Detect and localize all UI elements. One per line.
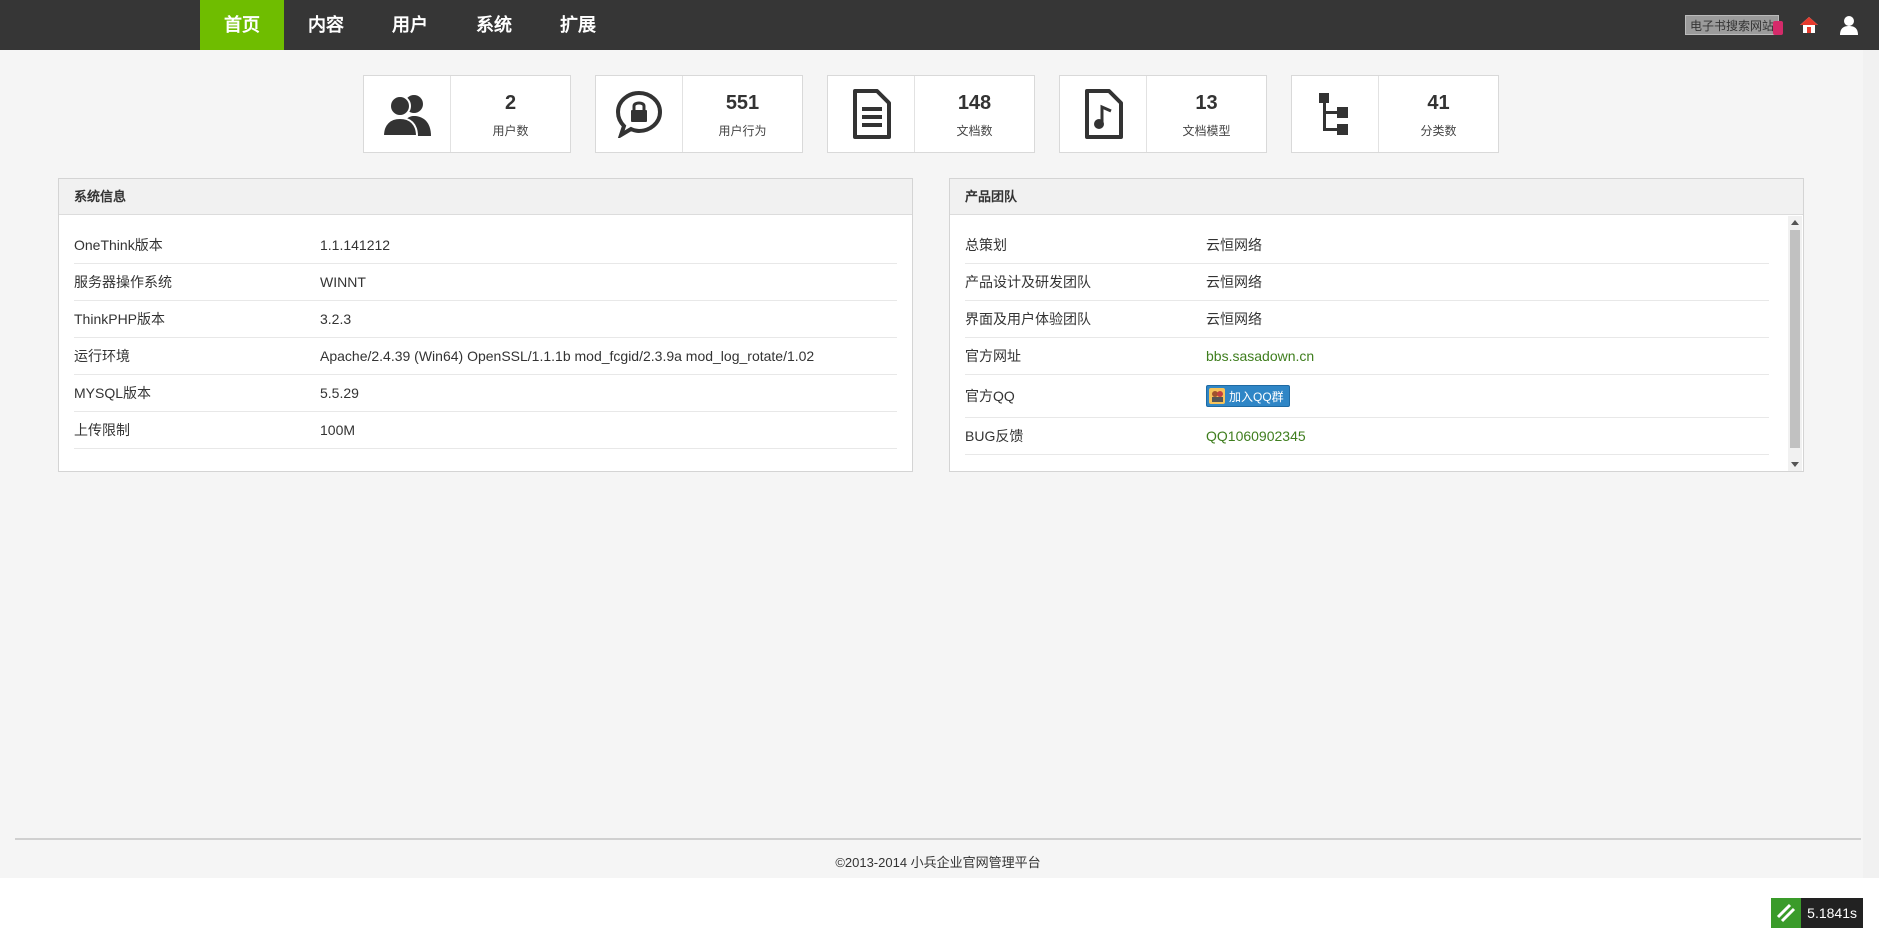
info-key: 运行环境 [74,348,130,364]
stat-value: 551 [725,91,760,114]
official-site-link[interactable]: bbs.sasadown.cn [1206,348,1769,364]
stat-label: 用户数 [492,123,529,138]
top-right-tools: 电子书搜索网站 [1684,0,1859,50]
info-key: 服务器操作系统 [74,274,172,290]
load-timer-widget[interactable]: 5.1841s [1771,898,1863,928]
join-qq-group-button[interactable]: 加入QQ群 [1206,385,1290,407]
info-row: 服务器操作系统 WINNT [74,264,897,301]
scroll-up-arrow-icon[interactable] [1791,220,1799,225]
top-nav-bar: 首页 内容 用户 系统 扩展 电子书搜索网站 [0,0,1879,50]
team-key: 官方网址 [965,348,1021,364]
team-key: 界面及用户体验团队 [965,311,1091,327]
team-key: 产品设计及研发团队 [965,274,1091,290]
team-key: BUG反馈 [965,428,1024,444]
qq-group-icon [1209,388,1225,404]
info-key: 上传限制 [74,422,130,438]
info-key: ThinkPHP版本 [74,311,166,327]
info-key: OneThink版本 [74,237,163,253]
team-row: 产品设计及研发团队 云恒网络 [965,264,1769,301]
panel-title: 系统信息 [59,179,912,215]
site-link-button[interactable]: 电子书搜索网站 [1684,15,1783,35]
team-row: 官方QQ 加入QQ群 [965,375,1769,418]
document-icon [828,76,915,152]
stat-value: 148 [957,91,992,114]
home-icon[interactable] [1799,16,1819,34]
team-value: 云恒网络 [1206,311,1262,327]
stat-card-documents[interactable]: 148 文档数 [827,75,1035,153]
stat-card-users[interactable]: 2 用户数 [363,75,571,153]
panel-title: 产品团队 [950,179,1803,215]
stat-card-actions[interactable]: 551 用户行为 [595,75,803,153]
page-footer: ©2013-2014 小兵企业官网管理平台 [15,838,1861,871]
team-key: 总策划 [965,237,1007,253]
page-scrollbar[interactable] [1863,50,1879,880]
info-value: 100M [320,422,356,438]
stat-card-categories[interactable]: 41 分类数 [1291,75,1499,153]
stat-label: 文档数 [956,123,993,138]
team-value: 云恒网络 [1206,237,1262,253]
bottom-strip: 5.1841s [0,878,1879,928]
team-key: 官方QQ [965,388,1015,404]
team-panel-scrollbar[interactable] [1788,216,1802,471]
info-row: 运行环境 Apache/2.4.39 (Win64) OpenSSL/1.1.1… [74,338,897,375]
team-row: 总策划 云恒网络 [965,227,1769,264]
info-row: ThinkPHP版本 3.2.3 [74,301,897,338]
stat-label: 用户行为 [718,123,767,138]
info-row: MYSQL版本 5.5.29 [74,375,897,412]
nav-item-home[interactable]: 首页 [200,0,284,50]
tree-icon [1292,76,1379,152]
info-value: WINNT [320,274,366,290]
bug-feedback-link[interactable]: QQ1060902345 [1206,428,1769,444]
team-value: 云恒网络 [1206,274,1262,290]
stat-value: 41 [1427,91,1450,114]
team-row: BUG反馈 QQ1060902345 [965,418,1769,455]
info-value: 5.5.29 [320,385,359,401]
chat-lock-icon [596,76,683,152]
load-time: 5.1841s [1801,898,1863,928]
copyright-text: ©2013-2014 小兵企业官网管理平台 [835,855,1041,870]
info-key: MYSQL版本 [74,385,152,401]
scroll-thumb[interactable] [1790,230,1800,448]
scroll-down-arrow-icon[interactable] [1791,462,1799,467]
bookmark-icon [1773,21,1783,35]
stat-card-doc-models[interactable]: 13 文档模型 [1059,75,1267,153]
stat-value: 13 [1195,91,1218,114]
nav-item-users[interactable]: 用户 [368,0,452,50]
nav-item-content[interactable]: 内容 [284,0,368,50]
stat-value: 2 [504,91,517,114]
product-team-panel: 产品团队 总策划 云恒网络 产品设计及研发团队 云恒网络 界面及用户体验团队 云… [949,178,1804,472]
info-value: 1.1.141212 [320,237,391,253]
info-row: OneThink版本 1.1.141212 [74,227,897,264]
nav-item-system[interactable]: 系统 [452,0,536,50]
site-link-label: 电子书搜索网站 [1689,19,1774,33]
team-row: 官方网址 bbs.sasadown.cn [965,338,1769,375]
team-row: 界面及用户体验团队 云恒网络 [965,301,1769,338]
stat-label: 文档模型 [1182,123,1231,138]
system-info-panel: 系统信息 OneThink版本 1.1.141212 服务器操作系统 WINNT… [58,178,913,472]
join-qq-label: 加入QQ群 [1229,389,1284,404]
stats-row: 2 用户数 551 用户行为 148 文档数 13 文档模型 41 分类数 [363,75,1499,153]
info-value: 3.2.3 [320,311,352,327]
stat-label: 分类数 [1420,123,1457,138]
info-row: 上传限制 100M [74,412,897,449]
main-nav: 首页 内容 用户 系统 扩展 [200,0,620,50]
file-music-icon [1060,76,1147,152]
users-icon [364,76,451,152]
info-value: Apache/2.4.39 (Win64) OpenSSL/1.1.1b mod… [320,348,815,364]
timer-logo-icon [1771,898,1802,928]
nav-item-extend[interactable]: 扩展 [536,0,620,50]
user-icon[interactable] [1839,15,1859,35]
